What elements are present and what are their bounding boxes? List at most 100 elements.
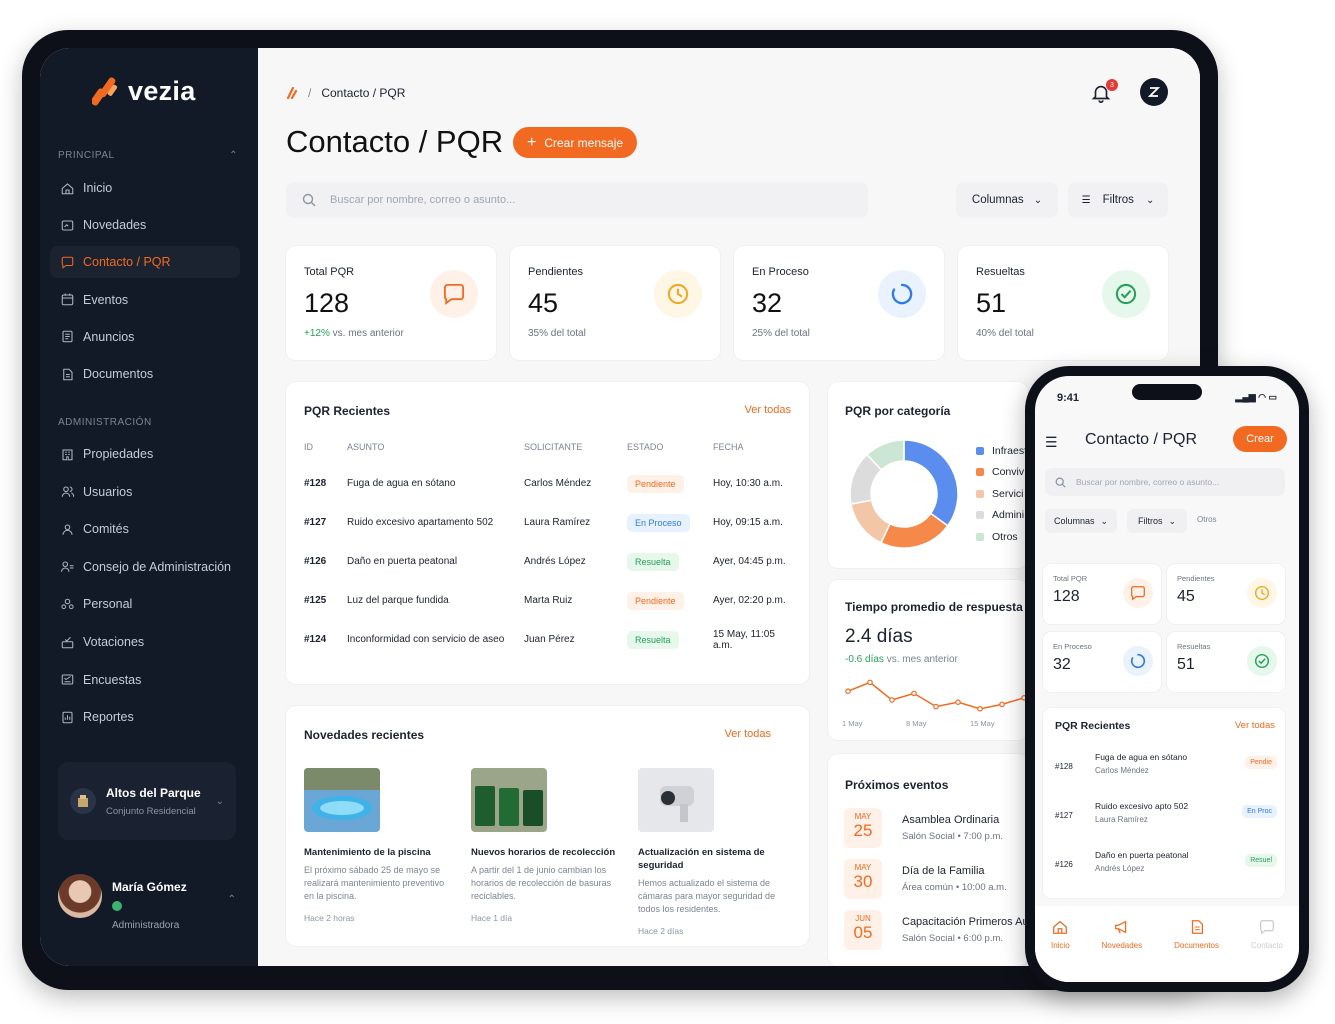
notification-button[interactable]: 3 — [1090, 79, 1118, 106]
menu-icon[interactable]: ☰ — [1045, 434, 1058, 451]
columns-dropdown[interactable]: Columnas ⌄ — [956, 182, 1058, 218]
breadcrumb-current: Contacto / PQR — [321, 86, 406, 100]
sidebar-item-4[interactable]: Personal — [50, 588, 240, 620]
phone-tab-1[interactable]: Novedades — [1102, 918, 1142, 982]
sidebar-item-0[interactable]: Propiedades — [50, 438, 240, 470]
phone-stat-card[interactable]: Total PQR 128 — [1043, 564, 1161, 624]
phone-search-input[interactable]: Buscar por nombre, correo o asunto... — [1076, 477, 1219, 487]
phone-time: 9:41 — [1057, 392, 1080, 404]
donut-slice-2[interactable] — [850, 499, 891, 544]
sidebar-item-2[interactable]: Contacto / PQR — [50, 246, 240, 279]
create-message-button[interactable]: + Crear mensaje — [513, 127, 638, 158]
phone-filters-label: Filtros — [1137, 516, 1163, 526]
filters-dropdown[interactable]: ☰ Filtros ⌄ — [1068, 182, 1168, 218]
phone-stat-card[interactable]: Pendientes 45 — [1167, 564, 1285, 624]
home-logo-icon[interactable] — [286, 86, 298, 100]
account-avatar[interactable] — [1140, 78, 1168, 106]
phone-row-subject: Daño en puerta peatonal — [1095, 850, 1189, 860]
status-badge: Resuelta — [627, 630, 679, 649]
phone-columns-dropdown[interactable]: Columnas ⌄ — [1045, 509, 1117, 533]
phone-search-bar[interactable]: Buscar por nombre, correo o asunto... — [1045, 468, 1285, 496]
search-bar[interactable]: Buscar por nombre, correo o asunto... — [286, 182, 868, 218]
phone-tab-0[interactable]: Inicio — [1051, 918, 1070, 982]
phone-row-requester: Carlos Méndez — [1095, 766, 1149, 775]
x-tick-label: 8 May — [906, 719, 927, 728]
legend-item: Infraest — [976, 440, 1027, 462]
row-id: #128 — [304, 478, 327, 489]
phone-list-item[interactable]: #128 Fuga de agua en sótano Carlos Méndez P… — [1055, 748, 1277, 788]
stat-card[interactable]: Resueltas 51 40% del total — [958, 246, 1168, 360]
table-row[interactable]: #124 Inconformidad con servicio de aseo Ju… — [304, 620, 794, 659]
x-tick-label: 15 May — [970, 719, 995, 728]
sidebar-item-label: Usuarios — [83, 484, 133, 499]
stat-card[interactable]: Pendientes 45 35% del total — [510, 246, 720, 360]
sidebar-item-5[interactable]: Documentos — [50, 358, 240, 390]
event-item[interactable]: JUN 05 Capacitación Primeros Au Salón Socia… — [844, 910, 1029, 950]
sidebar-item-1[interactable]: Novedades — [50, 209, 240, 241]
table-row[interactable]: #128 Fuga de agua en sótano Carlos Méndez P… — [304, 464, 794, 503]
section-title-principal[interactable]: PRINCIPAL ⌃ — [58, 150, 238, 161]
news-item[interactable]: Actualización en sistema de seguridad Hem… — [638, 768, 788, 936]
user-role: Administradora — [112, 920, 180, 931]
sidebar-item-4[interactable]: Anuncios — [50, 321, 240, 353]
phone-list-item[interactable]: #126 Daño en puerta peatonal Andrés López R… — [1055, 846, 1277, 886]
sidebar-item-3[interactable]: Consejo de Administración — [50, 551, 240, 583]
sidebar-item-3[interactable]: Eventos — [50, 284, 240, 316]
event-date-badge: MAY 25 — [844, 808, 882, 848]
sidebar-item-5[interactable]: Votaciones — [50, 626, 240, 658]
phone-tab-label: Documentos — [1174, 941, 1220, 950]
pool-image — [304, 768, 380, 832]
status-badge: Pendiente — [627, 474, 684, 493]
row-subject: Ruido excesivo apartamento 502 — [347, 517, 494, 528]
sidebar-item-1[interactable]: Usuarios — [50, 476, 240, 508]
table-row[interactable]: #127 Ruido excesivo apartamento 502 Laura … — [304, 503, 794, 542]
phone-more-filters[interactable]: Otros — [1197, 515, 1217, 524]
recent-pqr-view-all[interactable]: Ver todas — [745, 404, 791, 416]
legend-label: Otros — [992, 530, 1018, 543]
event-item[interactable]: MAY 30 Día de la Familia Área común • 10:00… — [844, 859, 1007, 899]
property-switcher[interactable]: Altos del Parque Conjunto Residencial ⌄ — [58, 762, 236, 840]
search-input[interactable]: Buscar por nombre, correo o asunto... — [330, 194, 515, 206]
phone-filters-dropdown[interactable]: Filtros ⌄ — [1127, 509, 1187, 533]
row-requester: Marta Ruiz — [524, 595, 573, 606]
table-row[interactable]: #125 Luz del parque fundida Marta Ruiz Pend… — [304, 581, 794, 620]
phone-create-button[interactable]: Crear — [1233, 426, 1287, 452]
status-badge: En Proceso — [627, 513, 690, 532]
phone-stat-card[interactable]: En Proceso 32 — [1043, 632, 1161, 692]
table-row[interactable]: #126 Daño en puerta peatonal Andrés López R… — [304, 542, 794, 581]
table-body: #128 Fuga de agua en sótano Carlos Méndez P… — [304, 464, 794, 659]
phone-more-label: Otros — [1197, 515, 1217, 524]
user-profile[interactable]: María Gómez Administradora ⌃ — [58, 874, 236, 938]
plus-icon: + — [527, 133, 537, 151]
brand-logo[interactable]: vezia — [92, 74, 196, 108]
event-month: MAY — [854, 812, 872, 821]
bins-image — [471, 768, 547, 832]
phone-stat-card[interactable]: Resueltas 51 — [1167, 632, 1285, 692]
news-item[interactable]: Nuevos horarios de recolección A partir d… — [471, 768, 621, 923]
phone-recent-view-all[interactable]: Ver todas — [1235, 720, 1275, 731]
news-view-all[interactable]: Ver todas — [725, 728, 771, 740]
response-point — [867, 679, 873, 686]
sidebar-item-7[interactable]: Reportes — [50, 701, 240, 733]
response-delta: -0.6 días vs. mes anterior — [845, 654, 958, 665]
event-item[interactable]: MAY 25 Asamblea Ordinaria Salón Social • 7:… — [844, 808, 1003, 848]
stat-card[interactable]: Total PQR 128 +12% vs. mes anterior — [286, 246, 496, 360]
phone-tab-3[interactable]: Contacto — [1251, 918, 1283, 982]
phone-tab-2[interactable]: Documentos — [1174, 918, 1219, 982]
row-requester: Juan Pérez — [524, 634, 575, 645]
table-header: ID ASUNTO SOLICITANTE ESTADO FECHA — [304, 430, 794, 464]
stat-subtext: 25% del total — [752, 328, 810, 339]
phone-list-item[interactable]: #127 Ruido excesivo apto 502 Laura Ramírez… — [1055, 797, 1277, 837]
phone-tab-label: Novedades — [1101, 941, 1143, 950]
category-legend: Infraest Conviv Servici Admini Otros — [976, 440, 1027, 548]
sidebar-item-0[interactable]: Inicio — [50, 172, 240, 204]
response-line-chart: 1 May 8 May 15 May — [842, 679, 1027, 728]
donut-slice-1[interactable] — [880, 512, 949, 549]
sidebar-item-6[interactable]: Encuestas — [50, 664, 240, 696]
check-circle-icon — [1115, 283, 1137, 305]
stat-card[interactable]: En Proceso 32 25% del total — [734, 246, 944, 360]
document-icon — [63, 368, 73, 380]
sidebar-item-2[interactable]: Comités — [50, 513, 240, 545]
news-item[interactable]: Mantenimiento de la piscina El próximo sá… — [304, 768, 454, 923]
phone-stat-value: 128 — [1053, 588, 1080, 605]
